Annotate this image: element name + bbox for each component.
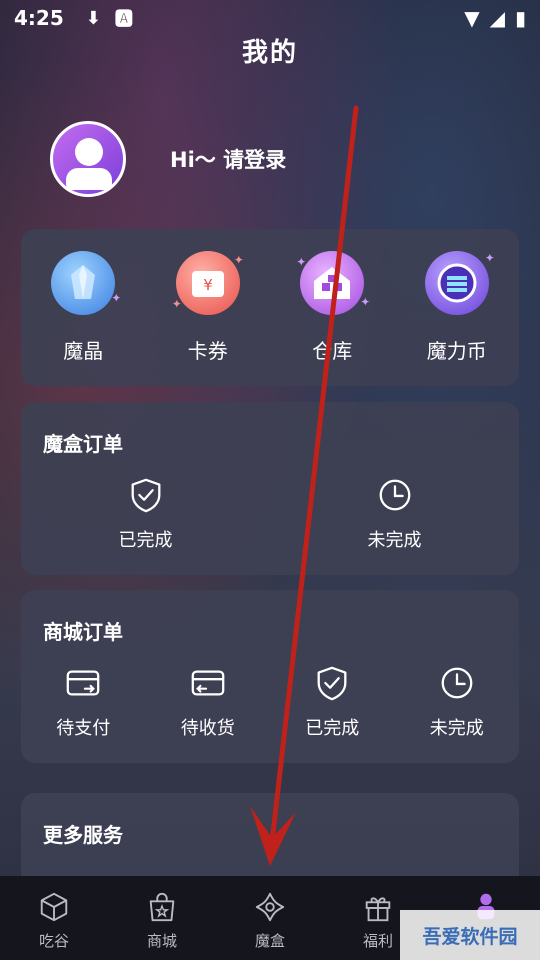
clock-icon <box>441 667 473 699</box>
profile-section[interactable]: Hi～ 请登录 <box>50 121 286 197</box>
nav-tab-shop[interactable]: 商城 <box>108 876 216 960</box>
nav-label: 福利 <box>362 932 393 950</box>
coupon-icon: ¥ ✦ ✦ <box>172 251 244 315</box>
gift-icon <box>365 897 391 922</box>
asset-crystal[interactable]: ✦ 魔晶 <box>21 229 146 386</box>
box-order-completed[interactable]: 已完成 <box>21 476 270 552</box>
nav-label: 商城 <box>146 932 177 950</box>
nav-tab-magic-box[interactable]: 魔盒 <box>216 876 324 960</box>
section-title: 商城订单 <box>43 620 123 644</box>
shield-check-icon <box>131 478 160 513</box>
asset-card: ✦ 魔晶 ¥ ✦ ✦ 卡券 ✦ ✦ 仓库 ✦ 魔力币 <box>21 229 519 386</box>
magic-box-icon <box>255 892 285 922</box>
mall-orders-row: 待支付 待收货 已完成 未完成 <box>21 664 519 740</box>
keyboard-icon: 🅰 <box>114 9 133 30</box>
nav-tab-chigu[interactable]: 吃谷 <box>0 876 108 960</box>
status-time: 4:25 <box>14 6 64 30</box>
order-label: 待收货 <box>180 718 235 739</box>
card-receive-icon <box>191 670 225 696</box>
signal-icon: ◢ <box>489 6 505 30</box>
mall-order-to-receive[interactable]: 待收货 <box>146 664 271 740</box>
card-pay-icon <box>66 670 100 696</box>
coin-icon: ✦ <box>424 251 495 315</box>
asset-coupon[interactable]: ¥ ✦ ✦ 卡券 <box>146 229 271 386</box>
order-label: 待支付 <box>56 718 111 739</box>
nav-label: 魔盒 <box>254 932 285 950</box>
page-title: 我的 <box>241 38 298 68</box>
shop-bag-icon <box>149 892 175 922</box>
section-title: 更多服务 <box>43 823 123 847</box>
nav-label: 吃谷 <box>38 932 69 950</box>
mall-order-completed[interactable]: 已完成 <box>270 664 395 740</box>
avatar[interactable] <box>50 121 126 197</box>
warehouse-icon: ✦ ✦ <box>296 251 370 315</box>
login-prompt[interactable]: Hi～ 请登录 <box>170 144 286 174</box>
order-label: 未完成 <box>429 718 484 739</box>
mall-order-pending[interactable]: 未完成 <box>395 664 520 740</box>
asset-warehouse[interactable]: ✦ ✦ 仓库 <box>270 229 395 386</box>
box-orders-card: 魔盒订单 已完成 未完成 <box>21 402 519 575</box>
shield-check-icon <box>317 666 347 701</box>
mall-orders-card: 商城订单 待支付 待收货 已完成 未完成 <box>21 590 519 763</box>
clock-icon <box>379 479 410 511</box>
order-label: 已完成 <box>118 530 173 551</box>
asset-label: 魔晶 <box>63 339 104 363</box>
section-title: 魔盒订单 <box>43 432 123 456</box>
status-bar: 4:25 ⬇ 🅰 ▼ ◢ ▮ <box>0 0 540 36</box>
avatar-body <box>66 168 112 190</box>
asset-label: 魔力币 <box>426 339 487 363</box>
battery-icon: ▮ <box>514 6 526 30</box>
cube-icon <box>40 892 68 922</box>
avatar-head <box>75 138 103 166</box>
svg-text:¥: ¥ <box>203 276 213 294</box>
box-orders-row: 已完成 未完成 <box>21 476 519 552</box>
box-order-pending[interactable]: 未完成 <box>270 476 519 552</box>
asset-label: 卡券 <box>187 339 228 363</box>
mall-order-unpaid[interactable]: 待支付 <box>21 664 146 740</box>
asset-coin[interactable]: ✦ 魔力币 <box>395 229 520 386</box>
order-label: 已完成 <box>305 718 360 739</box>
wifi-icon: ▼ <box>464 6 480 30</box>
download-icon: ⬇ <box>85 7 101 29</box>
asset-label: 仓库 <box>312 339 353 363</box>
order-label: 未完成 <box>367 530 422 551</box>
watermark-logo: 吾爱软件园 <box>400 910 540 960</box>
crystal-icon: ✦ <box>51 251 121 315</box>
